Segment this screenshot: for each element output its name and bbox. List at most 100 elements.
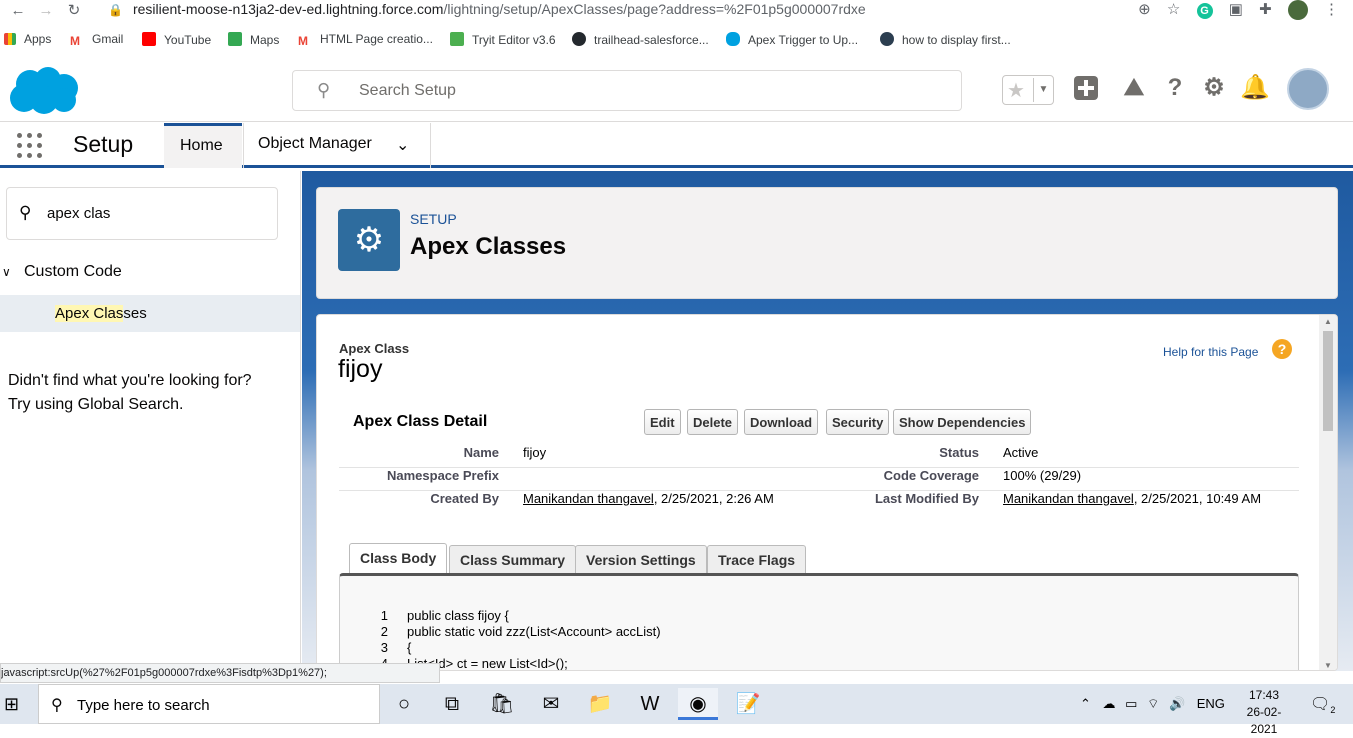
app-nav-bar: Setup Home Object Manager ⌄ xyxy=(0,123,1353,168)
field-value[interactable]: 100% (29/29) xyxy=(1003,468,1081,483)
youtube-icon xyxy=(142,32,156,46)
scrollbar-thumb[interactable] xyxy=(1323,331,1333,431)
bookmark-html-page[interactable]: M HTML Page creatio... xyxy=(298,32,433,48)
code-editor[interactable]: 1 public class fijoy { 2 public static voi… xyxy=(339,573,1299,670)
favorites-button[interactable]: ★ ▼ xyxy=(1002,75,1054,105)
forward-icon[interactable]: → xyxy=(32,2,60,19)
field-value: fijoy xyxy=(523,445,547,460)
frame-scrollbar[interactable]: ▲ ▼ xyxy=(1319,315,1337,670)
global-search-input[interactable]: ⚲ Search Setup xyxy=(292,70,962,111)
address-bar[interactable]: 🔒 resilient-moose-n13ja2-dev-ed.lightning… xyxy=(108,1,866,17)
file-explorer-icon[interactable]: 📁 xyxy=(580,688,620,720)
not-found-line-2: Try using Global Search. xyxy=(8,396,184,413)
grammarly-extension-icon[interactable]: G xyxy=(1196,3,1213,19)
search-icon: ⚲ xyxy=(19,203,32,222)
not-found-message: Didn't find what you're looking for? Try… xyxy=(8,369,252,417)
cortana-icon[interactable]: ○ xyxy=(384,688,424,720)
tab-trace-flags[interactable]: Trace Flags xyxy=(707,545,807,573)
tab-class-body[interactable]: Class Body xyxy=(349,543,448,575)
tab-object-manager[interactable]: Object Manager ⌄ xyxy=(243,123,431,168)
field-label: Created By xyxy=(430,491,499,506)
community-icon xyxy=(880,32,894,46)
help-question-icon[interactable]: ? xyxy=(1161,74,1189,102)
chevron-down-icon[interactable]: ▼ xyxy=(1033,78,1053,102)
chrome-icon[interactable]: ◉ xyxy=(678,688,718,720)
page-title: Apex Classes xyxy=(410,233,567,260)
help-question-icon[interactable]: ? xyxy=(1272,339,1292,359)
chevron-up-icon[interactable]: ⌃ xyxy=(1080,696,1091,711)
store-icon[interactable]: 🛍 xyxy=(482,688,522,720)
download-button[interactable]: Download xyxy=(744,409,819,435)
notification-center-icon[interactable]: 🗨2 xyxy=(1310,694,1335,715)
taskbar-search-input[interactable]: ⚲ Type here to search xyxy=(38,684,380,724)
taskbar-clock[interactable]: 17:43 26-02-2021 xyxy=(1234,687,1294,738)
url-path: /lightning/setup/ApexClasses/page?addres… xyxy=(443,1,866,17)
tree-group-custom-code[interactable]: ∨ Custom Code xyxy=(0,263,122,281)
tab-home[interactable]: Home xyxy=(164,123,242,168)
kebab-menu-icon[interactable]: ⋮ xyxy=(1324,0,1339,18)
security-button[interactable]: Security xyxy=(826,409,890,435)
gear-icon[interactable]: ⚙ xyxy=(1200,74,1228,102)
github-icon xyxy=(572,32,586,46)
tab-class-summary[interactable]: Class Summary xyxy=(449,545,577,573)
scroll-up-icon[interactable]: ▲ xyxy=(1324,317,1332,326)
volume-icon[interactable]: 🔊 xyxy=(1169,696,1185,711)
tray-icons[interactable]: ⌃ ☁ ▭ ⌔ 🔊 ENG xyxy=(1080,696,1225,712)
app-launcher-icon[interactable] xyxy=(17,133,45,161)
wps-writer-icon[interactable]: W xyxy=(630,688,670,720)
notepad-icon[interactable]: 📝 xyxy=(728,688,768,720)
salesforce-cloud-icon xyxy=(726,32,740,46)
battery-icon[interactable]: ▭ xyxy=(1125,696,1137,711)
gmail-icon: M xyxy=(298,34,308,48)
tab-object-manager-label: Object Manager xyxy=(258,135,372,152)
profile-avatar[interactable] xyxy=(1287,0,1308,21)
chevron-down-icon[interactable]: ⌄ xyxy=(396,135,409,155)
delete-button[interactable]: Delete xyxy=(687,409,739,435)
reload-icon[interactable]: ↻ xyxy=(60,1,88,19)
taskbar-search-placeholder: Type here to search xyxy=(77,697,210,714)
windows-taskbar: ⊞ ⚲ Type here to search ○ ⧉ 🛍 ✉ 📁 W ◉ 📝 … xyxy=(0,684,1353,736)
salesforce-logo[interactable] xyxy=(8,66,80,116)
bookmark-apex-trigger[interactable]: Apex Trigger to Up... xyxy=(726,32,858,47)
bell-icon[interactable]: 🔔 xyxy=(1240,74,1270,102)
extension-icon[interactable]: ▣ xyxy=(1229,0,1243,18)
task-view-icon[interactable]: ⧉ xyxy=(432,688,472,720)
zoom-icon[interactable]: ⊕ xyxy=(1138,0,1151,18)
bookmark-apps[interactable]: Apps xyxy=(4,32,51,46)
clock-time: 17:43 xyxy=(1248,688,1280,702)
record-type-label: Apex Class xyxy=(339,341,410,356)
bookmark-tryit[interactable]: Tryit Editor v3.6 xyxy=(450,32,556,47)
bookmark-youtube[interactable]: YouTube xyxy=(142,32,211,47)
bookmark-display-first[interactable]: how to display first... xyxy=(880,32,1011,47)
code-line: 3{ xyxy=(380,640,412,655)
notification-count: 2 xyxy=(1330,705,1336,716)
show-dependencies-button[interactable]: Show Dependencies xyxy=(893,409,1032,435)
quick-find-input[interactable]: ⚲ apex clas xyxy=(6,187,278,240)
puzzle-extensions-icon[interactable]: ✚ xyxy=(1259,0,1272,18)
scroll-down-icon[interactable]: ▼ xyxy=(1324,661,1332,670)
bookmark-gmail[interactable]: M Gmail xyxy=(70,32,123,48)
detail-row: Name fijoy Status Active xyxy=(339,445,1299,468)
trailhead-icon[interactable]: ⛰ xyxy=(1120,74,1148,102)
mail-icon[interactable]: ✉ xyxy=(531,688,571,720)
help-for-page-link[interactable]: Help for this Page xyxy=(1163,345,1258,359)
user-avatar[interactable] xyxy=(1287,68,1329,110)
global-actions-plus-icon[interactable] xyxy=(1072,74,1100,102)
cloud-icon[interactable]: ☁ xyxy=(1103,696,1116,711)
setup-sidebar: ⚲ apex clas ∨ Custom Code Apex Classes Di… xyxy=(0,171,301,671)
bookmark-star-icon[interactable]: ☆ xyxy=(1167,0,1180,18)
created-by-user-link[interactable]: Manikandan thangavel xyxy=(523,491,654,506)
tab-version-settings[interactable]: Version Settings xyxy=(575,545,707,573)
bookmark-maps[interactable]: Maps xyxy=(228,32,279,47)
wifi-icon[interactable]: ⌔ xyxy=(1147,696,1159,711)
back-icon[interactable]: ← xyxy=(4,2,32,19)
apps-grid-icon xyxy=(4,33,16,45)
windows-start-icon[interactable]: ⊞ xyxy=(4,694,19,715)
language-indicator[interactable]: ENG xyxy=(1197,696,1225,711)
code-line: 2 public static void zzz(List<Account> ac… xyxy=(380,624,661,639)
code-line: 1 public class fijoy { xyxy=(380,608,509,623)
edit-button[interactable]: Edit xyxy=(644,409,681,435)
sidebar-item-apex-classes[interactable]: Apex Classes xyxy=(0,295,300,332)
modified-by-user-link[interactable]: Manikandan thangavel xyxy=(1003,491,1134,506)
bookmark-trailhead[interactable]: trailhead-salesforce... xyxy=(572,32,709,47)
